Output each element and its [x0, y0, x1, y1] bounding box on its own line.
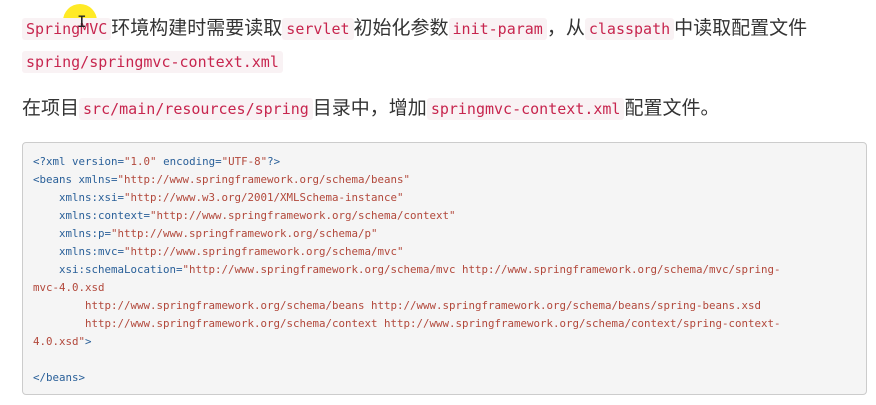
inline-code-springmvc: SpringMVC — [22, 18, 112, 40]
code-line: xmlns:p="http://www.springframework.org/… — [33, 225, 856, 243]
code-token-attr: xmlns:mvc= — [59, 245, 125, 258]
paragraph-text: 中读取配置文件 — [674, 17, 808, 39]
code-line: <beans xmlns="http://www.springframework… — [33, 171, 856, 189]
code-token-attr: xmlns:p= — [59, 227, 112, 240]
paragraph-text: 在项目 — [22, 97, 80, 119]
code-line: http://www.springframework.org/schema/be… — [33, 297, 856, 315]
code-token-val: "http://www.springframework.org/schema/m… — [182, 263, 781, 276]
code-token-attr: encoding= — [163, 155, 222, 168]
code-line: xmlns:mvc="http://www.springframework.or… — [33, 243, 856, 261]
inline-code-classpath: classpath — [584, 18, 675, 40]
code-token-attr: xmlns:xsi= — [59, 191, 125, 204]
code-line: xsi:schemaLocation="http://www.springfra… — [33, 261, 856, 279]
code-token-val: mvc-4.0.xsd — [33, 281, 105, 294]
xml-code-block[interactable]: <?xml version="1.0" encoding="UTF-8"?> <b… — [22, 142, 867, 395]
paragraph-text: 初始化参数 — [353, 17, 449, 39]
code-token-val: "http://www.springframework.org/schema/c… — [150, 209, 456, 222]
paragraph-text: ，从 — [546, 17, 585, 39]
code-token-val: "http://www.w3.org/2001/XMLSchema-instan… — [124, 191, 404, 204]
code-token-val: http://www.springframework.org/schema/be… — [85, 299, 762, 312]
inline-code-init-param: init-param — [448, 18, 547, 40]
text-cursor-icon: I — [77, 12, 87, 31]
inline-code-servlet: servlet — [282, 18, 354, 40]
code-token-tag: </beans> — [33, 371, 86, 384]
code-line: mvc-4.0.xsd — [33, 279, 856, 297]
code-line: 4.0.xsd"> — [33, 333, 856, 351]
code-token-val: "http://www.springframework.org/schema/p… — [111, 227, 378, 240]
code-token-val: "http://www.springframework.org/schema/m… — [124, 245, 404, 258]
code-token-val: "UTF-8" — [221, 155, 268, 168]
code-line: xmlns:xsi="http://www.w3.org/2001/XMLSch… — [33, 189, 856, 207]
inline-code-resources-dir: src/main/resources/spring — [79, 98, 313, 120]
code-token-decl: ?> — [267, 155, 281, 168]
code-token-attr: version= — [72, 155, 125, 168]
code-token-tag: <beans — [33, 173, 79, 186]
code-token-decl: <?xml — [33, 155, 73, 168]
code-line: <?xml version="1.0" encoding="UTF-8"?> — [33, 153, 856, 171]
code-token-val: 4.0.xsd" — [33, 335, 86, 348]
code-line: http://www.springframework.org/schema/co… — [33, 315, 856, 333]
code-token-attr: xmlns:context= — [59, 209, 151, 222]
code-token-val: "1.0" — [124, 155, 157, 168]
paragraph-text: 配置文件。 — [624, 97, 720, 119]
code-token-attr: xsi:schemaLocation= — [59, 263, 183, 276]
code-token-val: http://www.springframework.org/schema/co… — [85, 317, 781, 330]
code-token-tag: > — [85, 335, 92, 348]
code-listing: <?xml version="1.0" encoding="UTF-8"?> <b… — [33, 153, 856, 387]
code-token-attr: xmlns= — [78, 173, 118, 186]
inline-code-context-file: springmvc-context.xml — [426, 98, 625, 120]
paragraph-text: 环境构建时需要读取 — [111, 17, 283, 39]
paragraph-add-config-file: 在项目 src/main/resources/spring 目录中，增加 spring… — [22, 92, 864, 125]
code-line: xmlns:context="http://www.springframewor… — [33, 207, 856, 225]
paragraph-config-intro: SpringMVC 环境构建时需要读取 servlet 初始化参数 init-param… — [22, 12, 864, 78]
code-token-val: "http://www.springframework.org/schema/b… — [117, 173, 411, 186]
inline-code-config-path: spring/springmvc-context.xml — [22, 51, 283, 73]
paragraph-text: 目录中，增加 — [312, 97, 427, 119]
code-line: </beans> — [33, 369, 856, 387]
